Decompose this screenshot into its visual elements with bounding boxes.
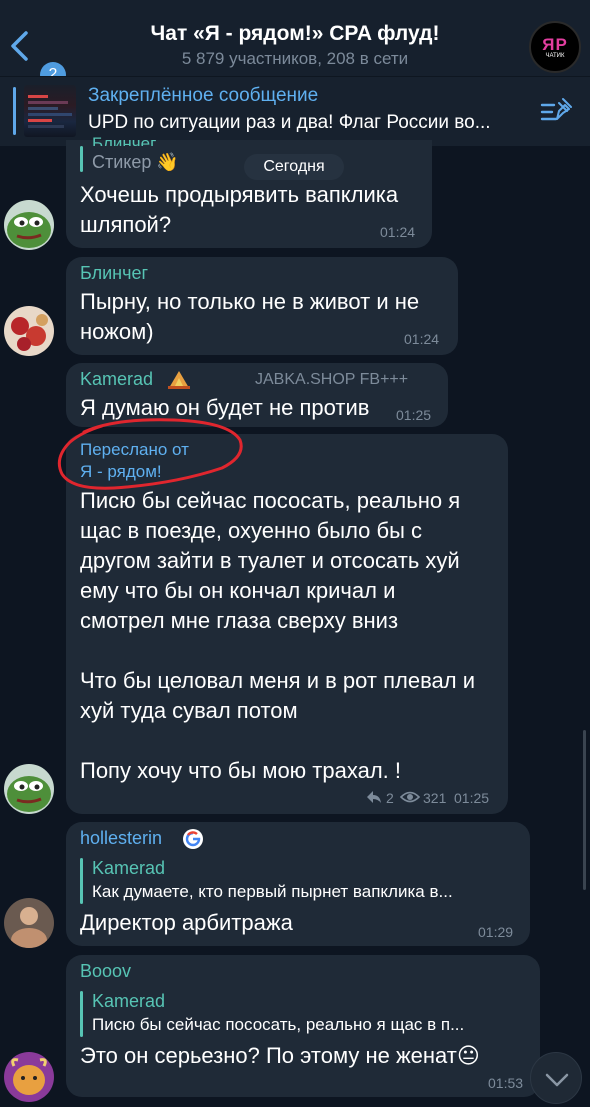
message-text-line: другом зайти в туалет и отсосать хуй [80,548,460,573]
reply-quote-name: Блинчег [92,134,157,146]
message-bubble[interactable]: Kamerad JABKA.SHOP FB+++ Я думаю он буде… [66,363,448,427]
message-time: 01:25 [454,790,490,806]
chat-header: 2 Чат «Я - рядом!» CPA флуд! 5 879 участ… [0,0,590,88]
bison-avatar-icon [4,1052,54,1102]
pinned-indicator [13,87,16,135]
pinned-message-bar[interactable]: Закреплённое сообщение UPD по ситуации р… [0,76,590,146]
message-text-line: ему что бы он кончал кричал и [80,578,396,603]
message-time: 01:24 [380,224,416,240]
reply-quote-text: Стикер 👋 [92,152,179,172]
date-separator: Сегодня [244,154,344,180]
back-button[interactable]: 2 [8,28,66,88]
view-count: 321 [423,790,447,806]
message-text-line: Писю бы сейчас пососать, реально я [80,488,461,513]
flame-emoji-icon [168,371,190,389]
reply-quote-bar [80,858,83,904]
reply-count: 2 [386,790,394,806]
message-text: Хочешь продырявить вапклика шляпой? [80,182,399,237]
pepe-avatar-icon [4,200,54,250]
google-badge-icon [183,829,203,849]
message-bubble[interactable]: hollesterin Kamerad Как думаете, кто пер… [66,822,530,946]
message-text: Я думаю он будет не против [80,395,370,420]
admin-title: JABKA.SHOP FB+++ [255,371,409,388]
chevron-left-icon [11,31,28,61]
forward-source[interactable]: Я - рядом! [80,462,162,482]
scrollbar[interactable] [583,730,586,890]
person-avatar-icon [4,898,54,948]
message-time: 01:25 [396,407,432,423]
forwarded-message-bubble[interactable]: Переслано от Я - рядом! Писю бы сейчас п… [66,434,508,814]
message-text-line: щас в поезде, охуенно было бы с [80,518,423,543]
sender-name[interactable]: Блинчег [80,263,148,284]
reply-arrow-icon [367,791,381,803]
user-avatar[interactable] [4,764,54,814]
message-text-line: хуй туда сувал потом [80,698,298,723]
food-avatar-icon [4,306,54,356]
chevron-down-icon [545,1073,569,1087]
forward-label: Переслано от [80,440,189,459]
sender-name[interactable]: hollesterin [80,828,162,849]
message-time: 01:24 [404,331,440,347]
sender-name[interactable]: Kamerad [80,369,153,390]
chat-avatar[interactable]: ЯР ЧАТИК [529,21,581,73]
message-text: Пырну, но только не в живот и не ножом) [80,289,420,344]
scroll-down-button[interactable] [530,1052,582,1104]
eye-icon [400,791,420,803]
message-text-line: смотрел мне глаза сверху вниз [80,608,399,633]
message-time: 01:29 [478,924,514,940]
message-text: Это он серьезно? По этому не женат😐 [80,1043,480,1068]
user-avatar[interactable] [4,898,54,948]
user-avatar[interactable] [4,200,54,250]
avatar-subtext: ЧАТИК [545,53,565,59]
pinned-text: UPD по ситуации раз и два! Флаг России в… [88,112,491,133]
reply-quote-bar [80,146,83,172]
reply-quote-name[interactable]: Kamerad [92,991,165,1012]
chat-subtitle: 5 879 участников, 208 в сети [181,49,409,68]
reply-quote-name[interactable]: Kamerad [92,858,165,879]
pepe-avatar-icon [4,764,54,814]
pinned-list-icon[interactable] [540,97,572,127]
user-avatar[interactable] [4,1052,54,1102]
message-bubble[interactable]: Блинчег Пырну, но только не в живот и не… [66,257,458,355]
sender-name[interactable]: Booov [80,961,131,982]
avatar-text: ЯР [542,35,568,54]
chat-title[interactable]: Чат «Я - рядом!» CPA флуд! [90,22,500,46]
user-avatar[interactable] [4,306,54,356]
message-time: 01:53 [488,1075,524,1091]
message-bubble[interactable]: Booov Kamerad Писю бы сейчас пососать, р… [66,955,540,1097]
reply-quote-text: Писю бы сейчас пососать, реально я щас в… [92,1015,465,1034]
reply-quote-text: Как думаете, кто первый пырнет вапклика … [92,882,453,901]
reply-quote-bar [80,991,83,1037]
pinned-title: Закреплённое сообщение [88,85,319,106]
message-text-line: Попу хочу что бы мою трахал. ! [80,758,401,783]
message-text: Директор арбитража [80,910,293,935]
pinned-thumbnail [24,85,76,137]
message-text-line: Что бы целовал меня и в рот плевал и [80,668,475,693]
